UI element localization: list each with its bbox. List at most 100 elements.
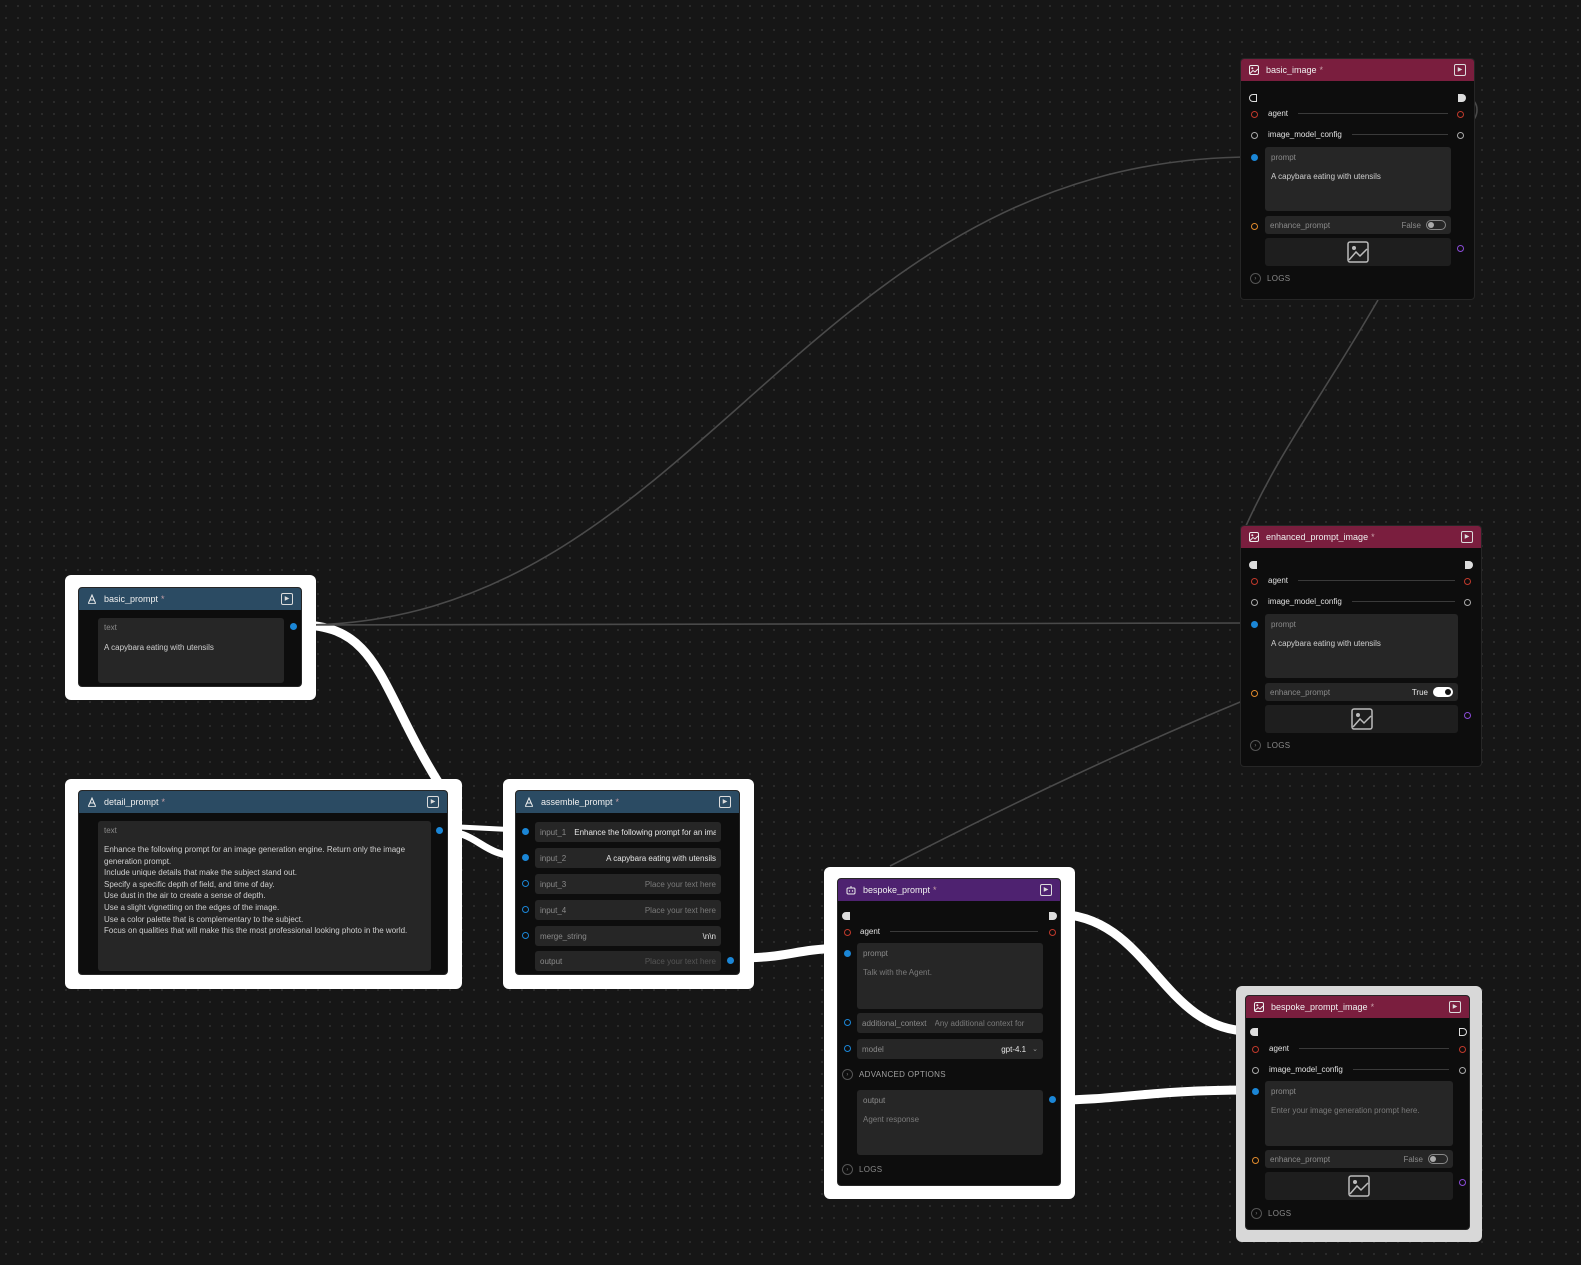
- logs-toggle[interactable]: › LOGS: [1250, 273, 1290, 284]
- image-output-port[interactable]: [1457, 245, 1464, 252]
- edge-basic-to-enhanced-image[interactable]: [299, 622, 1255, 626]
- output-port[interactable]: [1049, 1096, 1056, 1103]
- text-output-port[interactable]: [436, 827, 443, 834]
- prompt-input-port[interactable]: [1252, 1088, 1259, 1095]
- image-model-config-input-port[interactable]: [1251, 132, 1258, 139]
- image-model-config-input-port[interactable]: [1252, 1067, 1259, 1074]
- flow-input-handle[interactable]: [842, 912, 850, 920]
- merge-string-field[interactable]: merge_string \n\n: [535, 926, 721, 946]
- prompt-field[interactable]: prompt A capybara eating with utensils: [1265, 147, 1451, 211]
- node-header[interactable]: enhanced_prompt_image * ▶: [1241, 526, 1481, 548]
- input-2-port[interactable]: [522, 854, 529, 861]
- agent-output-port[interactable]: [1049, 929, 1056, 936]
- enhance-prompt-input-port[interactable]: [1251, 690, 1258, 697]
- text-output-port[interactable]: [290, 623, 297, 630]
- edge-basic-to-basic-image[interactable]: [299, 156, 1255, 626]
- run-button[interactable]: ▶: [1449, 1001, 1461, 1013]
- image-model-config-output-port[interactable]: [1464, 599, 1471, 606]
- logs-toggle[interactable]: › LOGS: [842, 1164, 882, 1175]
- additional-context-port[interactable]: [844, 1019, 851, 1026]
- agent-input-port[interactable]: [1251, 578, 1258, 585]
- output-field: output Agent response: [857, 1090, 1043, 1155]
- node-basic-image[interactable]: basic_image * ▶ agent image_model_config …: [1240, 58, 1475, 300]
- node-enhanced-prompt-image[interactable]: enhanced_prompt_image * ▶ agent image_mod…: [1240, 525, 1482, 767]
- chevron-down-icon: ⌄: [1032, 1046, 1038, 1053]
- node-header[interactable]: assemble_prompt * ▶: [516, 791, 739, 813]
- model-port[interactable]: [844, 1045, 851, 1052]
- run-button[interactable]: ▶: [1461, 531, 1473, 543]
- node-header[interactable]: basic_image * ▶: [1241, 59, 1474, 81]
- run-button[interactable]: ▶: [281, 593, 293, 605]
- node-bespoke-prompt[interactable]: bespoke_prompt * ▶ agent prompt Talk with…: [837, 878, 1061, 1186]
- chevron-right-icon: ›: [1250, 273, 1261, 284]
- prompt-input-port[interactable]: [1251, 621, 1258, 628]
- logs-toggle[interactable]: › LOGS: [1251, 1208, 1291, 1219]
- model-select[interactable]: model gpt-4.1 ⌄: [857, 1039, 1043, 1059]
- edge-bespoke-output-to-image-prompt[interactable]: [1054, 1085, 1251, 1105]
- input-3-field[interactable]: input_3 Place your text here: [535, 874, 721, 894]
- edge-bespoke-to-image-flow[interactable]: [1054, 909, 1251, 1036]
- enhance-prompt-toggle[interactable]: [1428, 1154, 1448, 1164]
- node-assemble-prompt[interactable]: assemble_prompt * ▶ input_1 Enhance the f…: [515, 790, 740, 975]
- enhance-prompt-toggle[interactable]: [1433, 687, 1453, 697]
- image-output-port[interactable]: [1464, 712, 1471, 719]
- flow-output-handle[interactable]: [1458, 94, 1466, 102]
- flow-input-handle[interactable]: [1249, 561, 1257, 569]
- enhance-prompt-input-port[interactable]: [1252, 1157, 1259, 1164]
- input-1-field[interactable]: input_1 Enhance the following prompt for…: [535, 822, 721, 842]
- agent-output-port[interactable]: [1464, 578, 1471, 585]
- edge-basic-to-assemble[interactable]: [299, 620, 444, 788]
- node-header[interactable]: detail_prompt * ▶: [79, 791, 447, 813]
- prompt-field[interactable]: prompt Enter your image generation promp…: [1265, 1081, 1453, 1146]
- edge-enhanced-to-bespoke[interactable]: [889, 699, 1246, 867]
- node-basic-prompt[interactable]: basic_prompt * ▶ text A capybara eating w…: [78, 587, 302, 687]
- advanced-options-toggle[interactable]: › ADVANCED OPTIONS: [842, 1069, 946, 1080]
- robot-icon: [846, 885, 856, 895]
- additional-context-field[interactable]: additional_context Any additional contex…: [857, 1013, 1043, 1033]
- node-detail-prompt[interactable]: detail_prompt * ▶ text Enhance the follow…: [78, 790, 448, 975]
- flow-input-handle[interactable]: [1250, 1028, 1258, 1036]
- flow-output-handle[interactable]: [1459, 1028, 1467, 1036]
- image-model-config-output-port[interactable]: [1457, 132, 1464, 139]
- flow-output-handle[interactable]: [1465, 561, 1473, 569]
- prompt-field[interactable]: prompt A capybara eating with utensils: [1265, 614, 1458, 678]
- prompt-input-port[interactable]: [844, 950, 851, 957]
- image-model-config-input-port[interactable]: [1251, 599, 1258, 606]
- prompt-field[interactable]: prompt Talk with the Agent.: [857, 943, 1043, 1009]
- prompt-label: prompt: [1271, 1087, 1296, 1096]
- flow-output-handle[interactable]: [1049, 912, 1057, 920]
- agent-output-port[interactable]: [1457, 111, 1464, 118]
- node-header[interactable]: bespoke_prompt_image * ▶: [1246, 996, 1469, 1018]
- text-value: Enhance the following prompt for an imag…: [104, 845, 408, 936]
- agent-input-port[interactable]: [1252, 1046, 1259, 1053]
- enhance-prompt-toggle[interactable]: [1426, 220, 1446, 230]
- enhance-prompt-input-port[interactable]: [1251, 223, 1258, 230]
- image-model-config-output-port[interactable]: [1459, 1067, 1466, 1074]
- image-output-port[interactable]: [1459, 1179, 1466, 1186]
- input-4-field[interactable]: input_4 Place your text here: [535, 900, 721, 920]
- output-port[interactable]: [727, 957, 734, 964]
- run-button[interactable]: ▶: [719, 796, 731, 808]
- agent-input-port[interactable]: [844, 929, 851, 936]
- edge-basic-image-flow[interactable]: [1244, 299, 1379, 529]
- input-4-port[interactable]: [522, 906, 529, 913]
- node-title: assemble_prompt: [541, 797, 613, 807]
- input-1-port[interactable]: [522, 828, 529, 835]
- run-button[interactable]: ▶: [1454, 64, 1466, 76]
- node-header[interactable]: basic_prompt * ▶: [79, 588, 301, 610]
- prompt-input-port[interactable]: [1251, 154, 1258, 161]
- node-header[interactable]: bespoke_prompt * ▶: [838, 879, 1060, 901]
- run-button[interactable]: ▶: [1040, 884, 1052, 896]
- text-field[interactable]: text A capybara eating with utensils: [98, 618, 284, 683]
- input-2-field[interactable]: input_2 A capybara eating with utensils: [535, 848, 721, 868]
- input-3-port[interactable]: [522, 880, 529, 887]
- text-field[interactable]: text Enhance the following prompt for an…: [98, 821, 431, 971]
- node-bespoke-prompt-image[interactable]: bespoke_prompt_image * ▶ agent image_mode…: [1245, 995, 1470, 1230]
- logs-toggle[interactable]: › LOGS: [1250, 740, 1290, 751]
- agent-input-port[interactable]: [1251, 111, 1258, 118]
- merge-string-port[interactable]: [522, 932, 529, 939]
- logs-label: LOGS: [1267, 741, 1291, 750]
- flow-input-handle[interactable]: [1249, 94, 1257, 102]
- run-button[interactable]: ▶: [427, 796, 439, 808]
- agent-output-port[interactable]: [1459, 1046, 1466, 1053]
